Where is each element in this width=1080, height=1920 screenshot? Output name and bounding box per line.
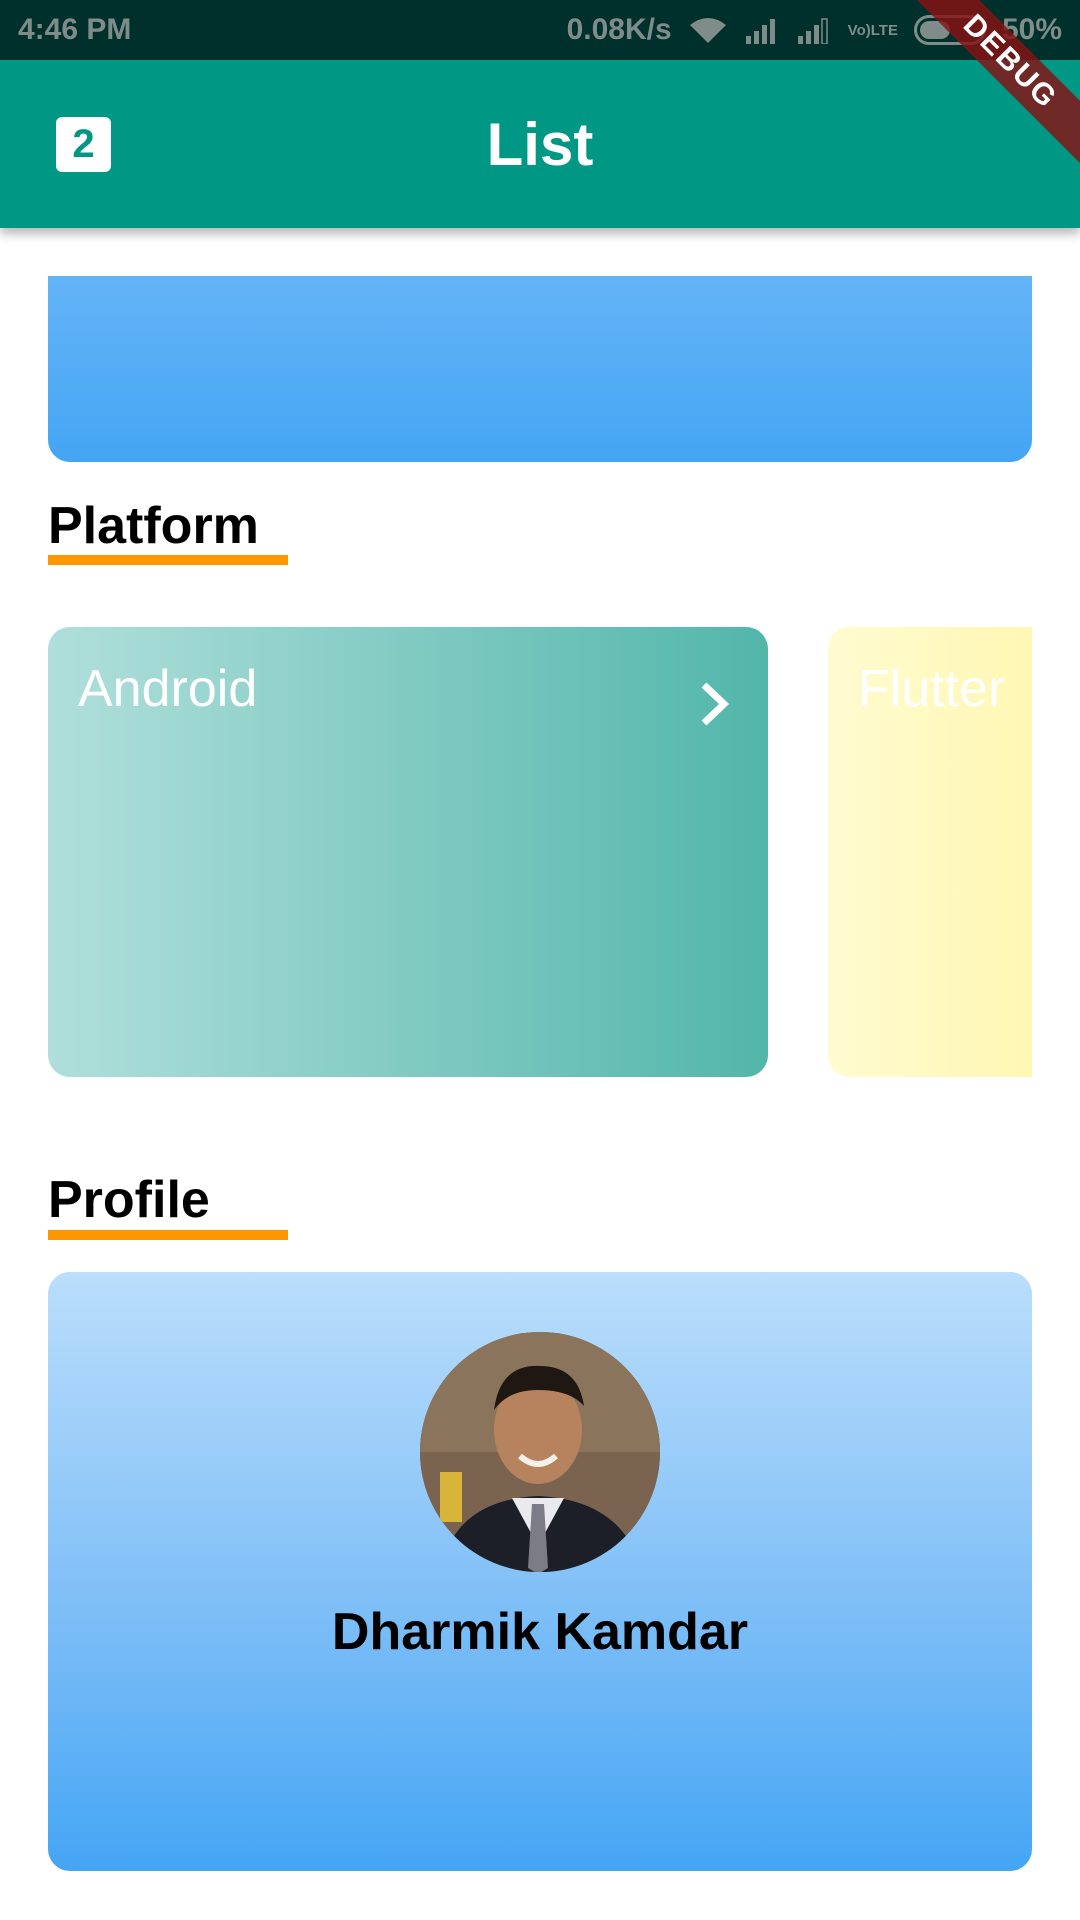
top-banner-card[interactable] (48, 276, 1032, 462)
signal-icon (744, 16, 780, 44)
platform-card-flutter[interactable]: Flutter (828, 627, 1032, 1077)
screen: 4:46 PM 0.08K/s Vo) LTE 50% 2 List DEBUG… (0, 0, 1080, 1920)
wifi-icon (688, 15, 728, 45)
network-speed: 0.08K/s (566, 13, 672, 46)
volte-icon: Vo) LTE (848, 23, 898, 38)
profile-name: Dharmik Kamdar (331, 1603, 749, 1661)
status-time: 4:46 PM (18, 13, 132, 46)
signal-icon (796, 16, 832, 44)
platform-title-underline (48, 555, 288, 565)
platform-section-title: Platform (48, 497, 259, 555)
app-bar: 2 List (0, 60, 1080, 228)
profile-photo (420, 1332, 660, 1572)
platform-card-android[interactable]: Android (48, 627, 768, 1077)
platform-card-label: Flutter (858, 660, 1006, 718)
volte-bottom-label: LTE (870, 21, 898, 39)
profile-title-underline (48, 1230, 288, 1240)
avatar[interactable] (420, 1332, 660, 1572)
status-bar: 4:46 PM 0.08K/s Vo) LTE 50% (0, 0, 1080, 60)
chevron-right-icon (701, 682, 730, 726)
app-logo-icon[interactable]: 2 (56, 117, 111, 172)
volte-top-label: Vo) (847, 21, 871, 39)
page-title: List (486, 110, 594, 178)
profile-section-title: Profile (48, 1171, 210, 1229)
platform-card-label: Android (78, 660, 258, 718)
profile-card[interactable]: Dharmik Kamdar (48, 1272, 1032, 1871)
